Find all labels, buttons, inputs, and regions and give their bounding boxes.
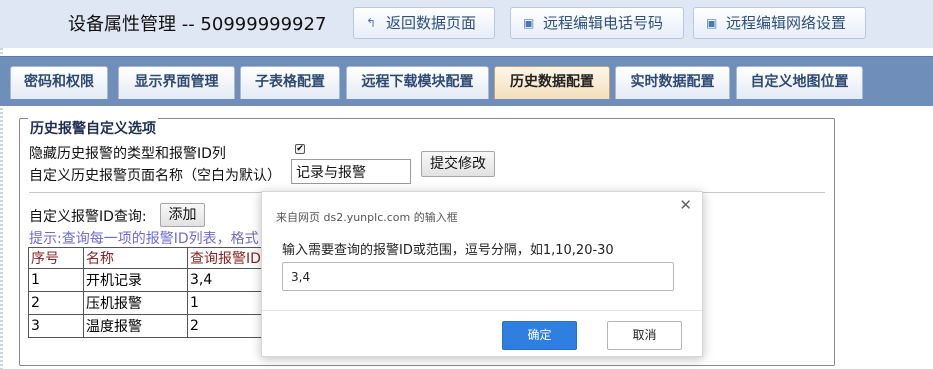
tab-realtime-data-config[interactable]: 实时数据配置 [615,66,730,99]
table-cell-index: 2 [28,291,84,315]
return-data-page-label: 返回数据页面 [386,14,477,32]
hide-columns-label: 隐藏历史报警的类型和报警ID列 [29,146,226,162]
table-header-name: 名称 [83,247,188,269]
hint-text: 提示:查询每一项的报警ID列表，格式 [29,231,259,247]
dialog-input[interactable] [282,262,674,291]
table-cell-index: 1 [28,268,84,292]
table-cell-query-id: 2 [187,314,267,338]
dialog-ok-button[interactable]: 确定 [502,321,577,350]
hide-columns-checkbox[interactable]: ✔ [295,144,305,154]
page-name-label: 自定义历史报警页面名称（空白为默认） [29,168,281,184]
page-header: 设备属性管理 -- 50999999927 ↰ 返回数据页面 ▣ 远程编辑电话号… [0,0,933,48]
alarm-id-table: 序号 名称 查询报警ID 1 开机记录 3,4 2 压机报警 1 3 温度报警 … [28,247,267,338]
tab-remote-download-config[interactable]: 远程下载模块配置 [346,66,489,99]
table-row[interactable]: 2 压机报警 1 [28,291,267,315]
dialog-prompt-text: 输入需要查询的报警ID或范围，逗号分隔，如1,10,20-30 [282,243,614,258]
tab-history-data-config[interactable]: 历史数据配置 [494,66,610,99]
table-header-query-id: 查询报警ID [187,247,267,269]
table-cell-index: 3 [28,314,84,338]
remote-edit-phone-label: 远程编辑电话号码 [543,14,664,32]
dialog-source-text: 来自网页 ds2.yunplc.com 的输入框 [276,211,458,224]
phone-edit-icon: ▣ [523,16,535,30]
table-header-index: 序号 [28,247,84,269]
dialog-divider [262,310,702,311]
section-legend: 历史报警自定义选项 [28,118,158,138]
remote-edit-phone-button[interactable]: ▣ 远程编辑电话号码 [510,7,684,39]
tab-display-management[interactable]: 显示界面管理 [118,66,235,99]
table-cell-query-id: 3,4 [187,268,267,292]
tab-password-permissions[interactable]: 密码和权限 [10,66,108,99]
close-icon[interactable]: ✕ [679,196,692,214]
dialog-cancel-button[interactable]: 取消 [607,321,682,350]
add-query-button[interactable]: 添加 [160,203,205,227]
tab-bar: 密码和权限 显示界面管理 子表格配置 远程下载模块配置 历史数据配置 实时数据配… [0,56,933,106]
table-header-row: 序号 名称 查询报警ID [28,247,267,269]
table-cell-name: 开机记录 [83,268,188,292]
page-title: 设备属性管理 -- 50999999927 [68,14,327,35]
page-name-input[interactable] [291,159,411,184]
remote-edit-network-button[interactable]: ▣ 远程编辑网络设置 [693,7,866,39]
tab-subtable-config[interactable]: 子表格配置 [240,66,340,99]
submit-changes-button[interactable]: 提交修改 [421,151,495,177]
table-row[interactable]: 3 温度报警 2 [28,314,267,338]
tab-custom-map-location[interactable]: 自定义地图位置 [736,66,863,99]
table-cell-query-id: 1 [187,291,267,315]
remote-edit-network-label: 远程编辑网络设置 [726,14,847,32]
table-row[interactable]: 1 开机记录 3,4 [28,268,267,292]
table-cell-name: 温度报警 [83,314,188,338]
prompt-dialog: 来自网页 ds2.yunplc.com 的输入框 ✕ 输入需要查询的报警ID或范… [261,191,703,357]
network-edit-icon: ▣ [706,16,718,30]
alarm-id-query-label: 自定义报警ID查询: [29,209,147,225]
table-cell-name: 压机报警 [83,291,188,315]
return-icon: ↰ [366,16,377,30]
return-data-page-button[interactable]: ↰ 返回数据页面 [353,7,495,39]
